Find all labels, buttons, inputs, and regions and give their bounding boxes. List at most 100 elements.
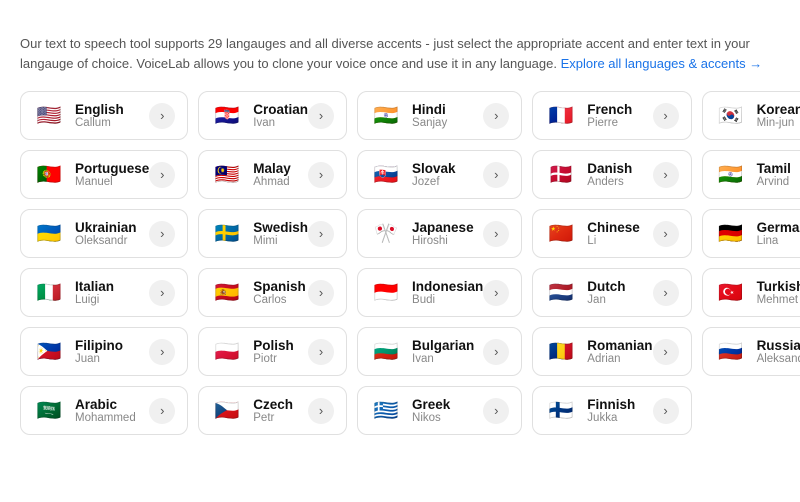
language-card[interactable]: 🇷🇴 Romanian Adrian ›: [532, 327, 691, 376]
lang-speaker: Ivan: [253, 117, 308, 129]
language-card[interactable]: 🇬🇷 Greek Nikos ›: [357, 386, 522, 435]
lang-arrow-button[interactable]: ›: [653, 280, 679, 306]
language-card[interactable]: 🇸🇪 Swedish Mimi ›: [198, 209, 347, 258]
language-card[interactable]: 🇰🇷 Korean Min-jun ›: [702, 91, 800, 140]
lang-name: Slovak: [412, 161, 456, 176]
lang-name: Filipino: [75, 338, 123, 353]
lang-left: 🇸🇪 Swedish Mimi: [211, 220, 308, 247]
language-card[interactable]: 🇮🇹 Italian Luigi ›: [20, 268, 188, 317]
lang-left: 🇺🇸 English Callum: [33, 102, 124, 129]
lang-left: 🇸🇦 Arabic Mohammed: [33, 397, 136, 424]
lang-name: Portuguese: [75, 161, 149, 176]
flag-icon: 🇲🇾: [211, 163, 243, 187]
lang-name: Tamil: [757, 161, 791, 176]
language-card[interactable]: 🇹🇷 Turkish Mehmet ›: [702, 268, 800, 317]
language-card[interactable]: 🇮🇳 Tamil Arvind ›: [702, 150, 800, 199]
language-card[interactable]: 🎌 Japanese Hiroshi ›: [357, 209, 522, 258]
lang-speaker: Arvind: [757, 176, 791, 188]
lang-name: English: [75, 102, 124, 117]
lang-name: French: [587, 102, 632, 117]
lang-left: 🇰🇷 Korean Min-jun: [715, 102, 800, 129]
language-card[interactable]: 🇭🇷 Croatian Ivan ›: [198, 91, 347, 140]
lang-left: 🇪🇸 Spanish Carlos: [211, 279, 306, 306]
language-card[interactable]: 🇳🇱 Dutch Jan ›: [532, 268, 691, 317]
lang-left: 🇩🇪 German Lina: [715, 220, 800, 247]
lang-arrow-button[interactable]: ›: [308, 162, 334, 188]
lang-arrow-button[interactable]: ›: [308, 398, 334, 424]
language-card[interactable]: 🇫🇷 French Pierre ›: [532, 91, 691, 140]
lang-arrow-button[interactable]: ›: [149, 162, 175, 188]
lang-arrow-button[interactable]: ›: [483, 221, 509, 247]
lang-arrow-button[interactable]: ›: [149, 280, 175, 306]
language-card[interactable]: 🇺🇦 Ukrainian Oleksandr ›: [20, 209, 188, 258]
lang-speaker: Min-jun: [757, 117, 800, 129]
language-card[interactable]: 🇷🇺 Russian Aleksandr ›: [702, 327, 800, 376]
language-card[interactable]: 🇧🇬 Bulgarian Ivan ›: [357, 327, 522, 376]
lang-speaker: Adrian: [587, 353, 652, 365]
language-card[interactable]: 🇲🇾 Malay Ahmad ›: [198, 150, 347, 199]
explore-link[interactable]: Explore all languages & accents →: [561, 56, 763, 71]
lang-speaker: Li: [587, 235, 640, 247]
language-card[interactable]: 🇩🇰 Danish Anders ›: [532, 150, 691, 199]
lang-name: Spanish: [253, 279, 306, 294]
lang-arrow-button[interactable]: ›: [653, 103, 679, 129]
lang-arrow-button[interactable]: ›: [653, 162, 679, 188]
flag-icon: 🇮🇳: [370, 104, 402, 128]
language-card[interactable]: 🇸🇰 Slovak Jozef ›: [357, 150, 522, 199]
language-card[interactable]: 🇮🇩 Indonesian Budi ›: [357, 268, 522, 317]
language-card[interactable]: 🇩🇪 German Lina ›: [702, 209, 800, 258]
language-card[interactable]: 🇨🇿 Czech Petr ›: [198, 386, 347, 435]
flag-icon: 🎌: [370, 222, 402, 246]
language-card[interactable]: 🇸🇦 Arabic Mohammed ›: [20, 386, 188, 435]
lang-speaker: Jan: [587, 294, 625, 306]
lang-arrow-button[interactable]: ›: [149, 339, 175, 365]
lang-arrow-button[interactable]: ›: [483, 398, 509, 424]
lang-name: Ukrainian: [75, 220, 137, 235]
flag-icon: 🇷🇺: [715, 340, 747, 364]
language-card[interactable]: 🇺🇸 English Callum ›: [20, 91, 188, 140]
flag-icon: 🇨🇳: [545, 222, 577, 246]
lang-name: Polish: [253, 338, 294, 353]
lang-arrow-button[interactable]: ›: [149, 398, 175, 424]
lang-arrow-button[interactable]: ›: [308, 339, 334, 365]
flag-icon: 🇮🇹: [33, 281, 65, 305]
flag-icon: 🇮🇩: [370, 281, 402, 305]
lang-arrow-button[interactable]: ›: [308, 103, 334, 129]
lang-arrow-button[interactable]: ›: [149, 103, 175, 129]
lang-speaker: Sanjay: [412, 117, 447, 129]
flag-icon: 🇫🇷: [545, 104, 577, 128]
lang-arrow-button[interactable]: ›: [483, 162, 509, 188]
flag-icon: 🇸🇦: [33, 399, 65, 423]
lang-speaker: Oleksandr: [75, 235, 137, 247]
lang-arrow-button[interactable]: ›: [149, 221, 175, 247]
flag-icon: 🇵🇭: [33, 340, 65, 364]
lang-arrow-button[interactable]: ›: [653, 221, 679, 247]
lang-arrow-button[interactable]: ›: [653, 339, 679, 365]
language-grid: 🇺🇸 English Callum › 🇭🇷 Croatian Ivan › 🇮…: [20, 91, 780, 435]
lang-arrow-button[interactable]: ›: [653, 398, 679, 424]
lang-arrow-button[interactable]: ›: [483, 339, 509, 365]
page-subtitle: Our text to speech tool supports 29 lang…: [20, 34, 780, 73]
language-card[interactable]: 🇵🇱 Polish Piotr ›: [198, 327, 347, 376]
language-card[interactable]: 🇮🇳 Hindi Sanjay ›: [357, 91, 522, 140]
lang-arrow-button[interactable]: ›: [483, 280, 509, 306]
lang-speaker: Ahmad: [253, 176, 291, 188]
lang-left: 🇮🇹 Italian Luigi: [33, 279, 114, 306]
language-card[interactable]: 🇵🇹 Portuguese Manuel ›: [20, 150, 188, 199]
lang-name: Malay: [253, 161, 291, 176]
lang-left: 🇺🇦 Ukrainian Oleksandr: [33, 220, 137, 247]
language-card[interactable]: 🇨🇳 Chinese Li ›: [532, 209, 691, 258]
lang-speaker: Petr: [253, 412, 293, 424]
lang-name: Russian: [757, 338, 800, 353]
lang-arrow-button[interactable]: ›: [308, 221, 334, 247]
flag-icon: 🇰🇷: [715, 104, 747, 128]
lang-name: Hindi: [412, 102, 447, 117]
lang-arrow-button[interactable]: ›: [483, 103, 509, 129]
lang-arrow-button[interactable]: ›: [308, 280, 334, 306]
language-card[interactable]: 🇪🇸 Spanish Carlos ›: [198, 268, 347, 317]
language-card[interactable]: 🇫🇮 Finnish Jukka ›: [532, 386, 691, 435]
language-card[interactable]: 🇵🇭 Filipino Juan ›: [20, 327, 188, 376]
flag-icon: 🇺🇦: [33, 222, 65, 246]
lang-speaker: Jozef: [412, 176, 456, 188]
lang-name: Greek: [412, 397, 450, 412]
